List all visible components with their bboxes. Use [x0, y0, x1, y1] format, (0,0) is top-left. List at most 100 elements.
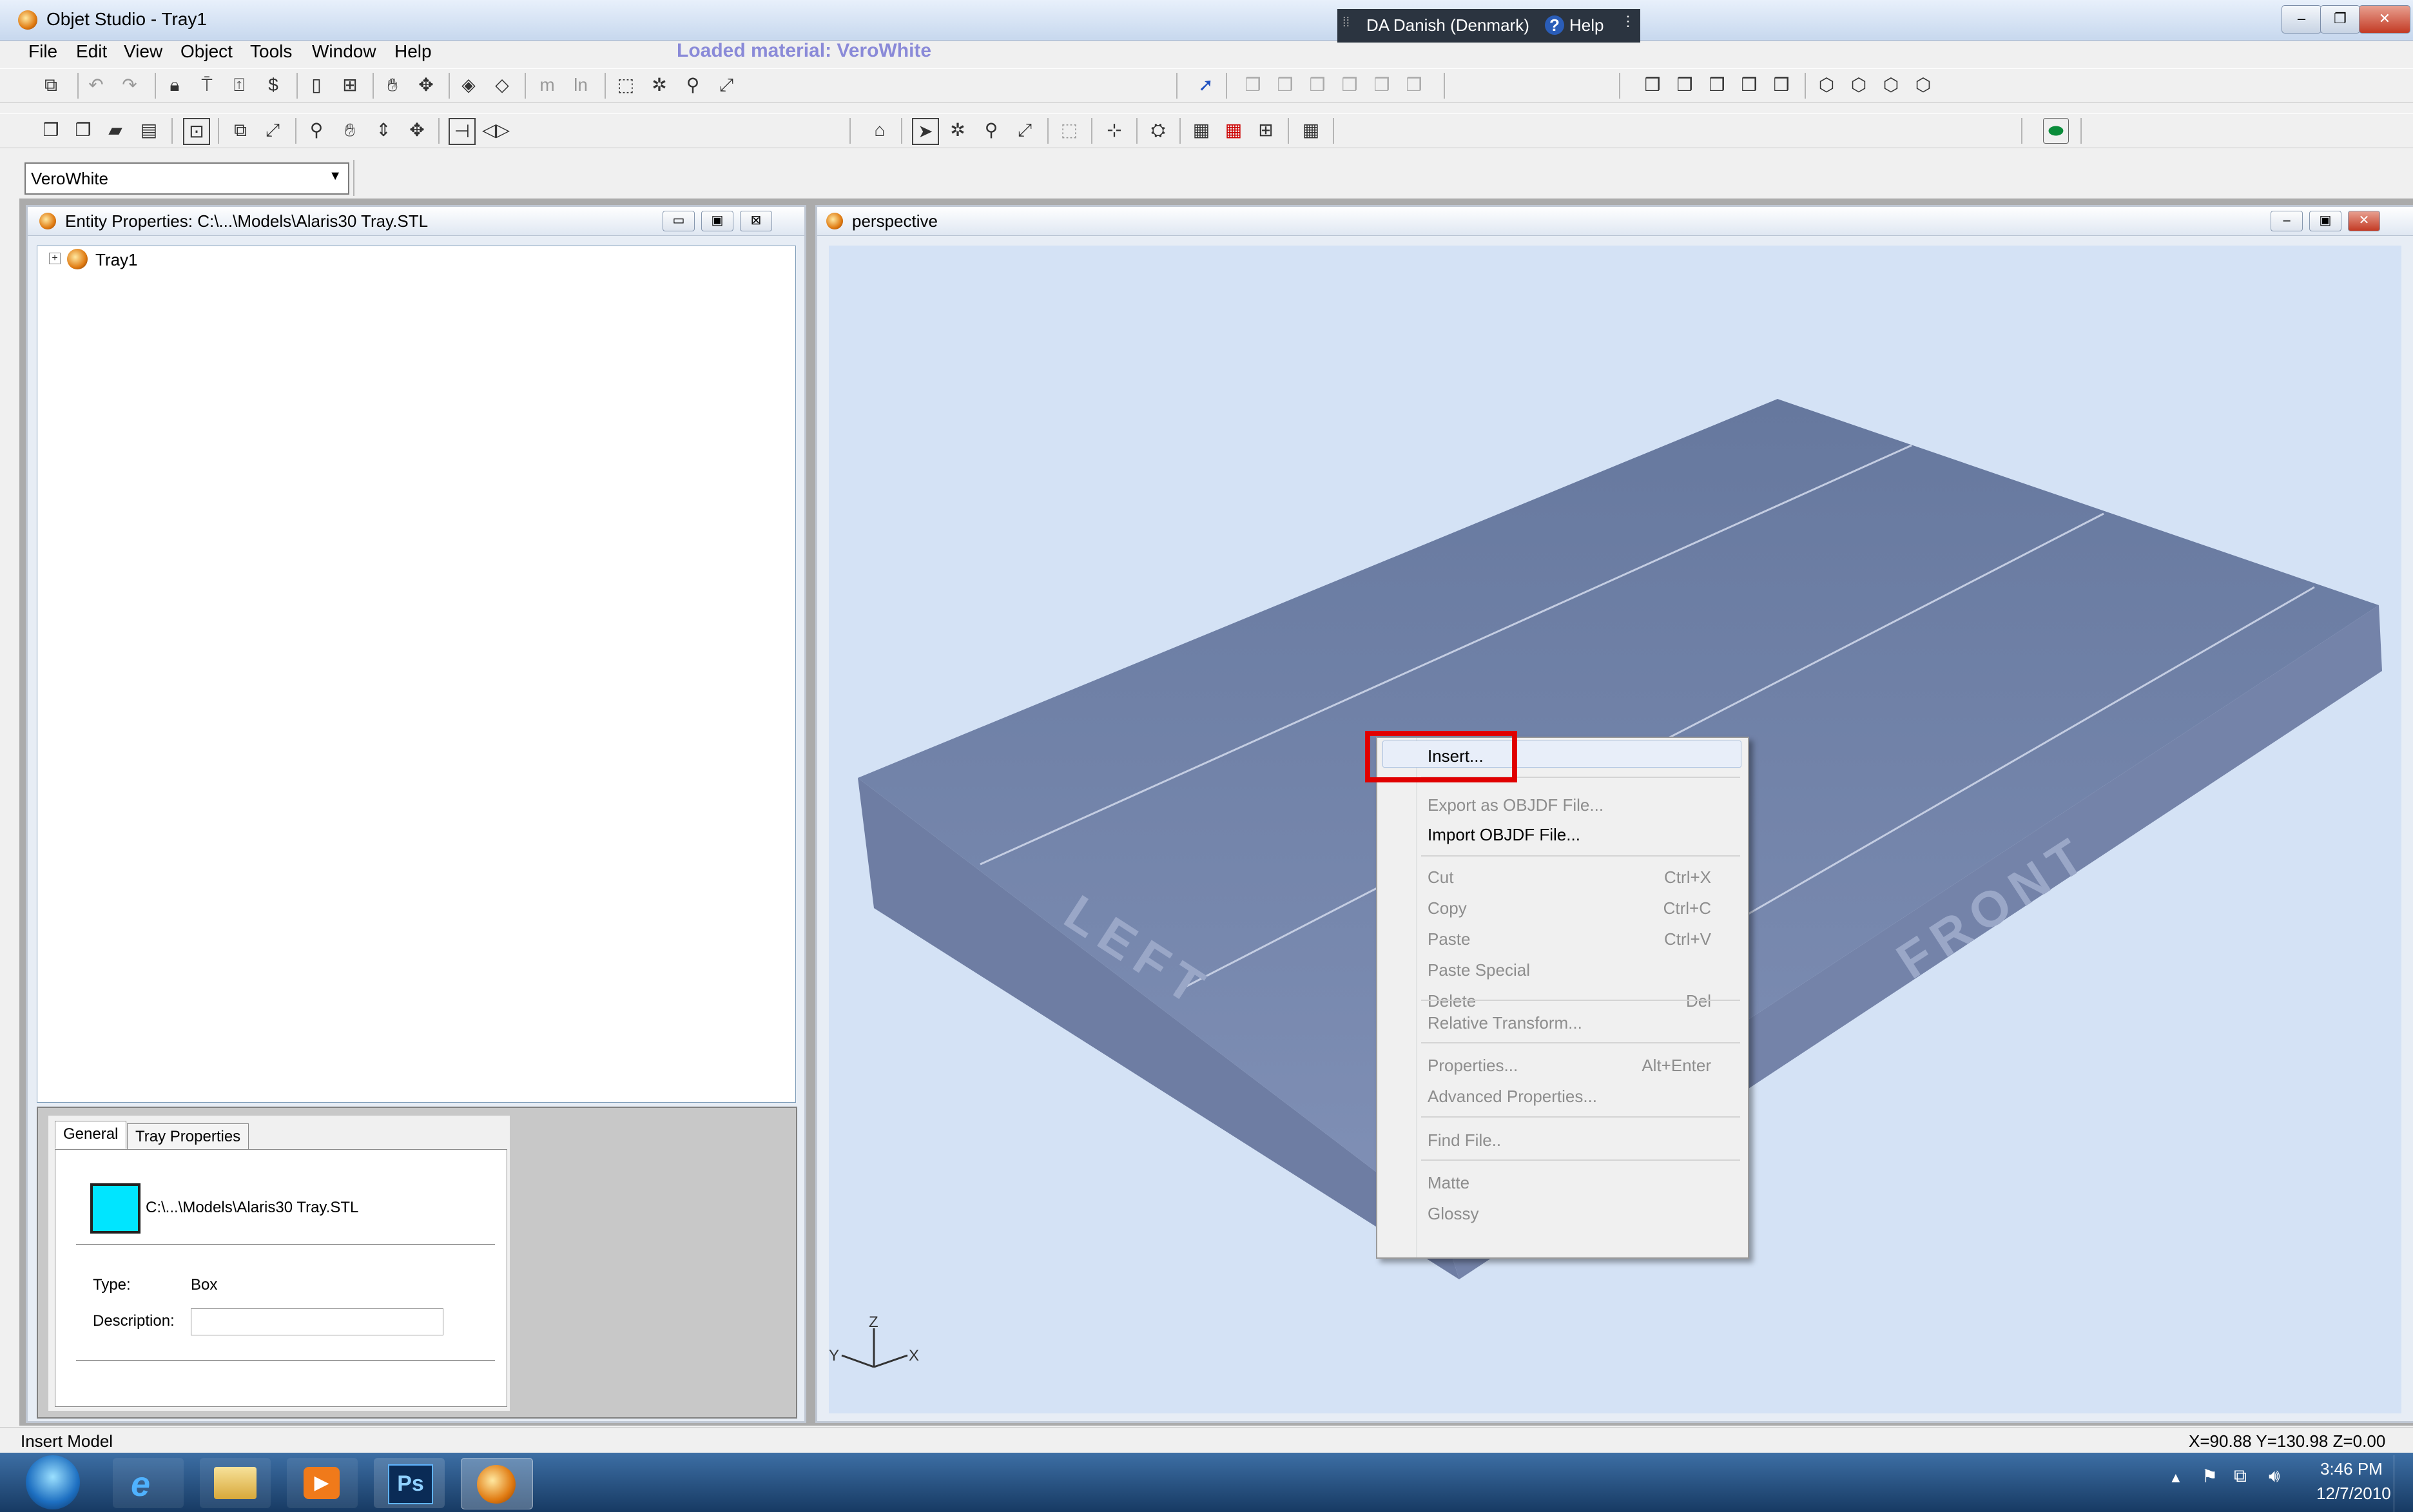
context-menu-item[interactable]: Relative Transform... [1428, 1010, 1737, 1036]
taskbar-photoshop[interactable]: Ps [374, 1458, 445, 1508]
pan-icon[interactable]: ✋︎ [338, 118, 362, 142]
auto-place-icon[interactable]: ⍐ [227, 73, 251, 97]
context-menu-item[interactable]: Paste Ctrl+V [1428, 926, 1737, 952]
scale-icon[interactable]: ⤢ [714, 73, 739, 97]
build-tray-icon[interactable]: ⬬ [2043, 118, 2069, 144]
left-view-icon[interactable]: ❒ [1705, 73, 1729, 97]
maximize-button[interactable]: ❐ [2320, 5, 2360, 34]
show-hidden-icons-icon[interactable]: ▲ [2169, 1469, 2183, 1486]
view-cube-right-icon[interactable]: ❒ [1337, 73, 1362, 97]
mirror-icon[interactable]: ◁▷ [482, 118, 510, 142]
paint-icon[interactable]: ⛭ [1146, 118, 1170, 142]
layer-icon[interactable]: ▰ [103, 118, 128, 142]
language-label[interactable]: DA Danish (Denmark) [1366, 15, 1529, 35]
place-model-icon[interactable]: ⍑ [195, 73, 219, 97]
resize-icon[interactable]: ⤢ [260, 118, 285, 142]
description-field[interactable] [191, 1308, 443, 1335]
rotate-tool-icon[interactable]: ✲ [945, 118, 970, 142]
iso-view-4-icon[interactable]: ⬡ [1911, 73, 1935, 97]
viewport-maximize-button[interactable]: ▣ [2309, 211, 2341, 231]
context-menu-item[interactable]: Import OBJDF File... [1428, 822, 1737, 848]
select-region-icon[interactable]: ⬚ [1057, 118, 1081, 142]
view-cube-front-icon[interactable]: ❒ [1241, 73, 1265, 97]
context-menu-item[interactable]: Paste Special [1428, 957, 1737, 983]
fit-to-window-icon[interactable]: ⊡ [183, 118, 210, 145]
lock-icon[interactable]: 🔒︎ [162, 73, 187, 97]
viewport-minimize-button[interactable]: – [2271, 211, 2303, 231]
snap-icon[interactable]: ⊣ [449, 118, 476, 145]
action-center-flag-icon[interactable]: ⚑ [2202, 1466, 2218, 1487]
cost-estimate-icon[interactable]: $ [261, 73, 286, 97]
taskbar-internet-explorer[interactable]: e [113, 1458, 184, 1508]
view-cube-bottom-icon[interactable]: ❒ [1402, 73, 1426, 97]
context-menu-item[interactable]: Properties... Alt+Enter [1428, 1052, 1737, 1078]
scale-tool-icon[interactable]: ⤢ [1013, 118, 1037, 142]
pointer-icon[interactable]: ➤ [912, 118, 939, 145]
context-menu-item[interactable]: Find File.. [1428, 1127, 1737, 1153]
help-icon[interactable]: ? [1545, 15, 1564, 35]
menu-help[interactable]: Help [394, 41, 432, 62]
tree-item-tray1[interactable]: Tray1 [95, 250, 138, 270]
viewport-close-button[interactable]: ✕ [2348, 211, 2380, 231]
rotate-icon[interactable]: ✲ [647, 73, 672, 97]
menu-object[interactable]: Object [180, 41, 233, 62]
pane-maximize-button[interactable]: ▣ [701, 211, 733, 231]
show-desktop-button[interactable] [2394, 1455, 2413, 1512]
stack-icon[interactable]: ❐ [71, 118, 95, 142]
menu-view[interactable]: View [124, 41, 162, 62]
four-views-icon[interactable]: ⊞ [338, 73, 362, 97]
grid-red-icon[interactable]: ▦ [1221, 118, 1246, 142]
pane-minimize-button[interactable]: ▭ [663, 211, 695, 231]
grid-small-icon[interactable]: ⊞ [1254, 118, 1278, 142]
pan-hand-icon[interactable]: ✋︎ [380, 73, 405, 97]
shaded-view-icon[interactable]: ◈ [456, 73, 481, 97]
move-view-icon[interactable]: ✥ [405, 118, 429, 142]
align-icon[interactable]: ⊹ [1102, 118, 1127, 142]
close-button[interactable]: ✕ [2359, 5, 2410, 34]
volume-icon[interactable]: 🔊︎ [2269, 1466, 2280, 1487]
copy-object-icon[interactable]: ⧉ [228, 118, 253, 142]
context-menu-item[interactable]: Advanced Properties... [1428, 1083, 1737, 1109]
language-bar-options-icon[interactable]: ⋮ [1621, 13, 1635, 30]
grid-settings-icon[interactable]: ▦ [1299, 118, 1323, 142]
iso-view-2-icon[interactable]: ⬡ [1846, 73, 1871, 97]
clock-time[interactable]: 3:46 PM [2320, 1459, 2383, 1479]
context-menu-item[interactable]: Matte [1428, 1170, 1737, 1196]
move-icon[interactable]: ✥ [414, 73, 438, 97]
iso-view-3-icon[interactable]: ⬡ [1879, 73, 1903, 97]
open-folder-icon[interactable]: ⌂ [867, 118, 892, 142]
top-view-icon[interactable]: ❒ [1769, 73, 1794, 97]
tray-settings-icon[interactable]: ⧉ [39, 73, 63, 97]
help-label[interactable]: Help [1569, 15, 1604, 35]
chevron-down-icon[interactable]: ▼ [329, 169, 342, 184]
redo-icon[interactable]: ↷ [117, 73, 142, 97]
matte-icon[interactable]: m [535, 73, 559, 97]
tab-tray-properties[interactable]: Tray Properties [127, 1123, 249, 1150]
wireframe-view-icon[interactable]: ◇ [490, 73, 514, 97]
menu-window[interactable]: Window [312, 41, 376, 62]
back-view-icon[interactable]: ❒ [1672, 73, 1697, 97]
context-menu-item[interactable]: Copy Ctrl+C [1428, 895, 1737, 921]
right-view-icon[interactable]: ❒ [1737, 73, 1761, 97]
material-select[interactable]: VeroWhite ▼ [24, 162, 349, 195]
front-view-icon[interactable]: ❒ [1640, 73, 1665, 97]
transform-tool-icon[interactable]: ⚲ [979, 118, 1003, 142]
language-bar[interactable]: ⁞⁞ DA Danish (Denmark) ? Help ⋮ [1337, 9, 1640, 43]
clock-date[interactable]: 12/7/2010 [2316, 1484, 2391, 1504]
menu-edit[interactable]: Edit [76, 41, 107, 62]
zoom-icon[interactable]: ⚲ [304, 118, 329, 142]
menu-tools[interactable]: Tools [250, 41, 292, 62]
menu-file[interactable]: File [28, 41, 57, 62]
context-menu-item[interactable]: Export as OBJDF File... [1428, 792, 1737, 818]
box-icon[interactable]: ❒ [39, 118, 63, 142]
taskbar-media-player[interactable]: ▶ [287, 1458, 358, 1508]
minimize-button[interactable]: – [2282, 5, 2321, 34]
select-arrow-icon[interactable]: ➚ [1194, 73, 1218, 97]
view-cube-left-icon[interactable]: ❒ [1305, 73, 1330, 97]
taskbar-file-explorer[interactable] [200, 1458, 271, 1508]
transform-icon[interactable]: ⚲ [681, 73, 705, 97]
tree-expand-icon[interactable]: + [49, 253, 61, 264]
window-icon[interactable]: ▤ [137, 118, 161, 142]
view-cube-top-icon[interactable]: ❒ [1370, 73, 1394, 97]
iso-view-1-icon[interactable]: ⬡ [1814, 73, 1839, 97]
